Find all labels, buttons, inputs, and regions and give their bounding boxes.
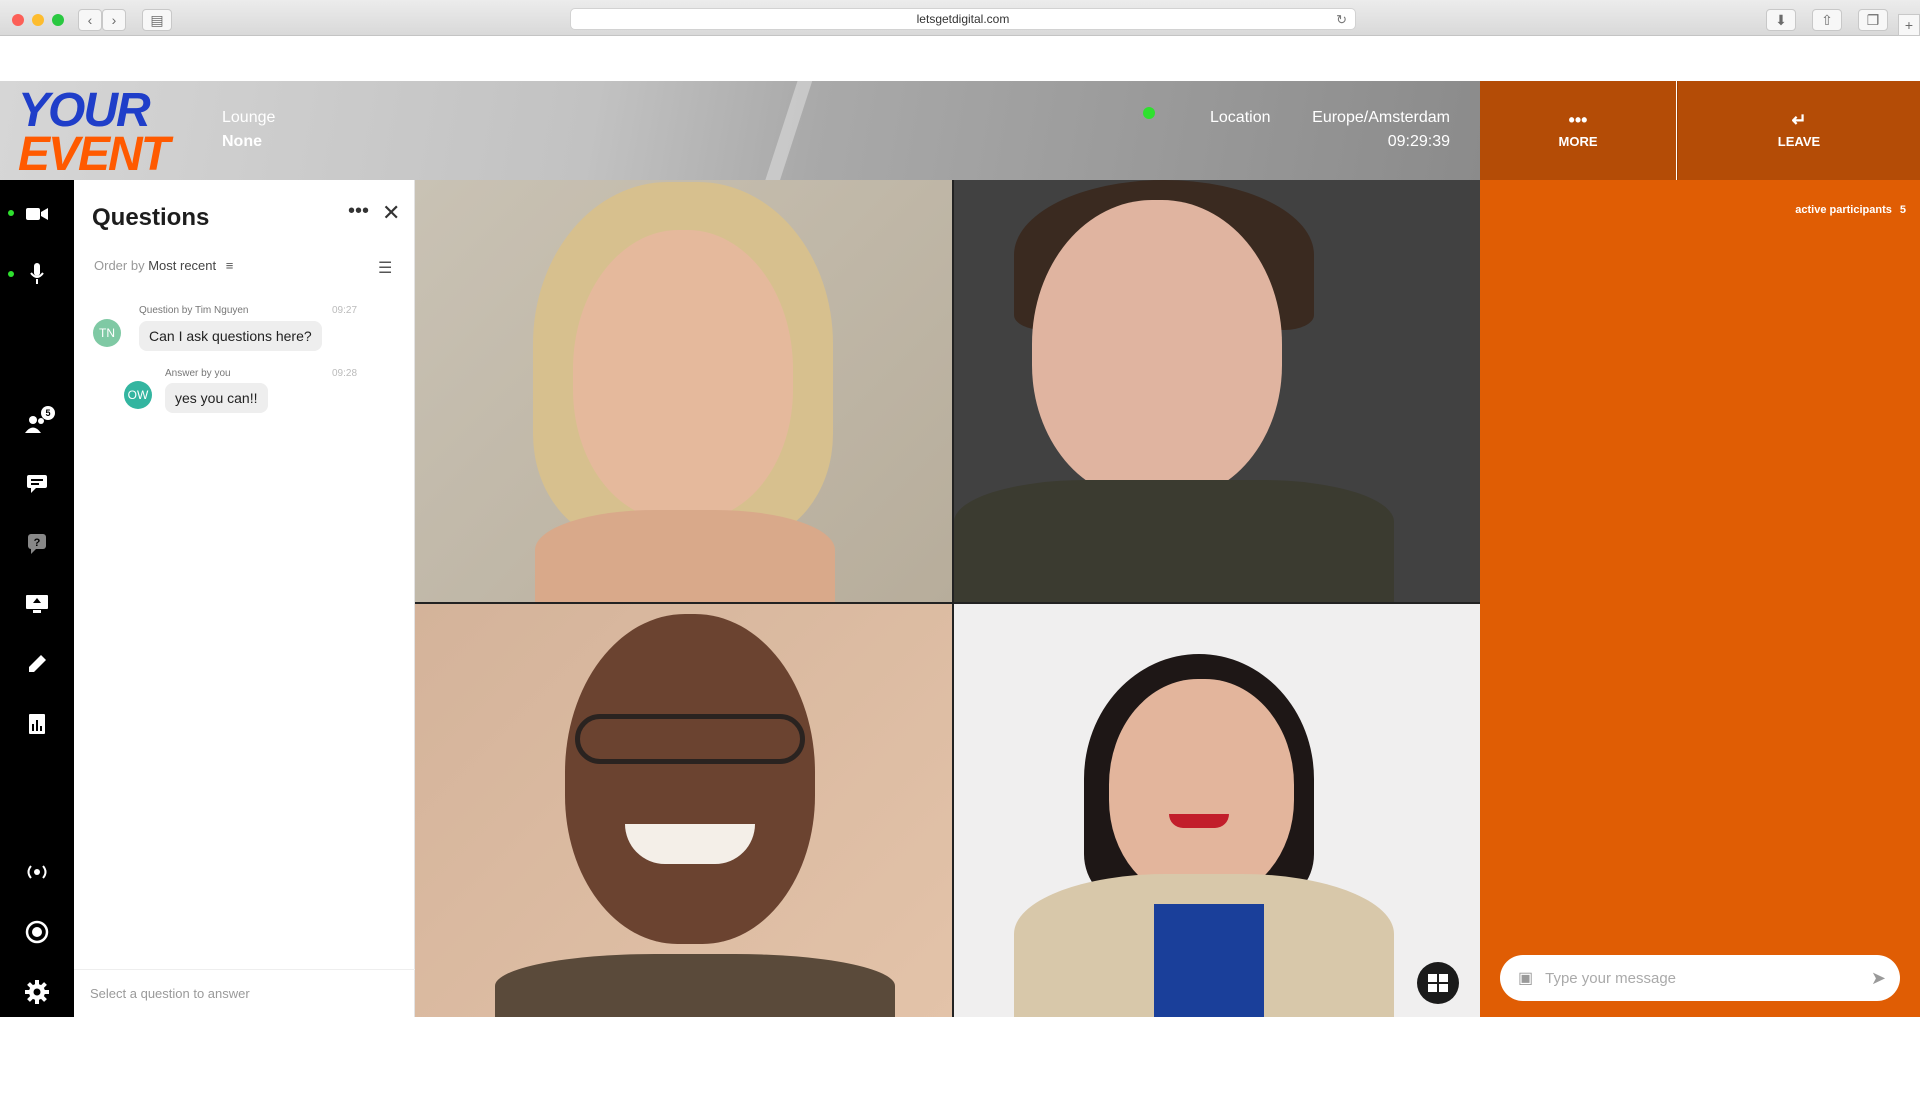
poll-report-icon[interactable] [19,708,55,740]
tabs-icon[interactable]: ❐ [1858,9,1888,31]
questions-icon[interactable]: ? [19,528,55,560]
record-icon[interactable] [19,916,55,948]
grid-layout-button[interactable] [1417,962,1459,1004]
participant-face [1109,679,1294,899]
camera-icon[interactable] [19,198,55,230]
more-button[interactable]: ••• MORE [1480,81,1676,180]
logo-line-1: YOUR [18,84,151,137]
microphone-icon[interactable] [19,258,55,290]
zoom-window-button[interactable] [52,14,64,26]
broadcast-icon[interactable] [19,856,55,888]
microphone-active-indicator [8,271,14,277]
svg-text:?: ? [34,537,41,549]
grid-layout-icon [1428,974,1448,992]
camera-active-indicator [8,210,14,216]
new-tab-icon[interactable]: + [1898,14,1920,36]
video-tile[interactable] [954,180,1480,602]
reload-icon[interactable]: ↻ [1336,12,1347,28]
active-participants-label: active participants [1795,204,1892,216]
active-participants-count: 5 [1899,204,1906,216]
leave-arrow-icon: ↵ [1791,110,1807,130]
question-text: Can I ask questions here? [139,321,322,351]
video-tile[interactable] [415,180,952,602]
glasses [575,714,805,764]
video-tile[interactable] [954,604,1480,1017]
avatar: OW [124,381,152,409]
answer-placeholder: Select a question to answer [90,986,250,1001]
minimize-window-button[interactable] [32,14,44,26]
question-time: 09:27 [332,305,358,316]
screen-share-icon[interactable] [19,588,55,620]
address-bar[interactable]: letsgetdigital.com ↻ [570,8,1356,30]
url-text: letsgetdigital.com [916,12,1010,26]
share-icon[interactable]: ⇧ [1812,9,1842,31]
event-logo: YOUR EVENT [18,84,198,180]
download-icon[interactable]: ⬇ [1766,9,1796,31]
answer-input[interactable]: Select a question to answer [74,969,415,1017]
leave-button-label: LEAVE [1777,134,1821,149]
participants-icon[interactable]: 5 [19,406,55,440]
connection-status-indicator [1143,107,1155,119]
message-placeholder: Type your message [1545,969,1677,987]
answer-time: 09:28 [332,368,358,379]
timezone-label: Europe/Amsterdam [1312,109,1450,126]
clock-display: 09:29:39 [1387,133,1450,150]
avatar: TN [93,319,121,347]
order-by-label: Order by [94,258,145,273]
filter-sliders-icon[interactable]: ☰ [378,258,392,278]
chat-icon[interactable] [19,468,55,500]
more-dots-icon: ••• [1568,110,1588,130]
room-value: None [222,133,262,150]
message-input[interactable]: ▣ Type your message ➤ [1500,955,1900,1001]
room-label: Lounge [222,109,276,126]
question-meta: Question by Tim Nguyen [139,305,249,316]
questions-title: Questions [92,204,210,231]
back-icon[interactable]: ‹ [78,9,102,31]
participant-face [565,614,815,944]
participant-face [573,230,793,520]
location-label: Location [1210,109,1271,126]
answer-meta: Answer by you [165,368,231,379]
questions-more-icon[interactable]: ••• [348,200,369,223]
image-attach-icon[interactable]: ▣ [1518,968,1533,988]
participant-face [1032,200,1282,500]
sort-icon: ≡ [225,258,234,273]
video-grid [415,180,1480,1017]
whiteboard-pencil-icon[interactable] [19,648,55,680]
logo-line-2: EVENT [18,128,170,180]
close-icon[interactable]: ✕ [382,200,400,226]
active-participants: active participants 5 [1795,204,1906,216]
chat-panel: active participants 5 ▣ Type your message… [1480,180,1920,1017]
answer-text: yes you can!! [165,383,268,413]
forward-icon[interactable]: › [102,9,126,31]
left-toolbar: 5 ? [0,180,74,1017]
settings-gear-icon[interactable] [19,976,55,1008]
sidebar-toggle-icon[interactable]: ▤ [142,9,172,31]
order-by-control[interactable]: Order by Most recent ≡ [94,258,233,273]
close-window-button[interactable] [12,14,24,26]
order-by-value: Most recent [148,258,217,273]
send-icon[interactable]: ➤ [1871,968,1886,989]
event-header: YOUR EVENT Lounge None Location Europe/A… [0,81,1480,180]
browser-toolbar: ‹ › ▤ letsgetdigital.com ↻ ⬇ ⇧ ❐ + [0,0,1920,36]
leave-button[interactable]: ↵ LEAVE [1677,81,1920,180]
participants-count-badge: 5 [41,406,55,420]
more-button-label: MORE [1558,134,1598,149]
video-tile[interactable] [415,604,952,1017]
questions-panel: Questions ••• ✕ Order by Most recent ≡ ☰… [74,180,415,1017]
